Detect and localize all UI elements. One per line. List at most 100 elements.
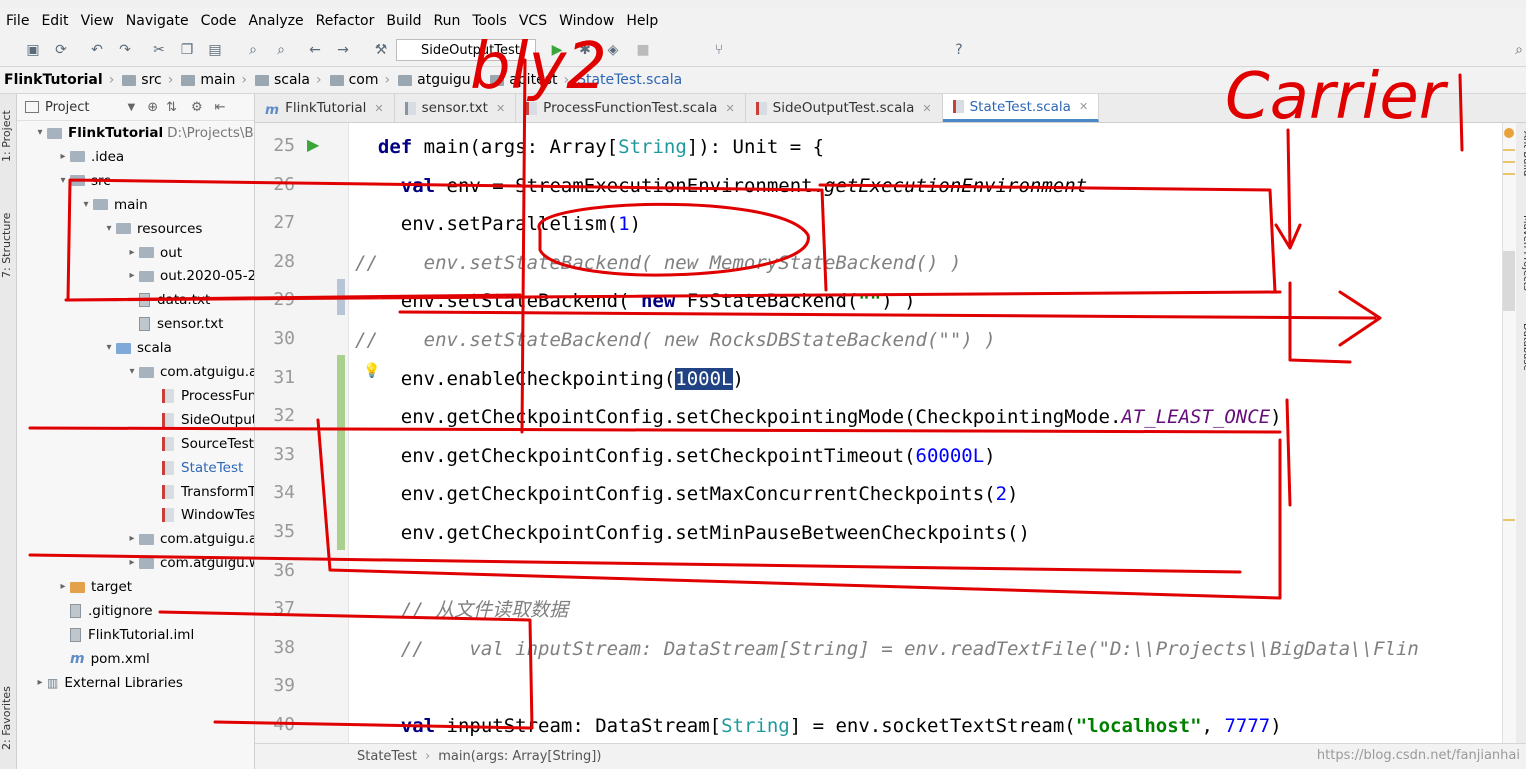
chevron-right-icon[interactable]: ▸ [56,146,70,168]
menu-item-edit[interactable]: Edit [35,8,74,34]
tree-item[interactable]: StateTest [148,457,243,479]
replace-icon[interactable]: ⌕ [272,41,290,59]
tree-item[interactable]: ▸ out.2020-05-25- [125,265,254,287]
tree-item[interactable]: ▾ src [56,170,110,192]
tree-item[interactable]: ▾ FlinkTutorialD:\Projects\BigD [33,122,254,144]
code-line[interactable]: env.getCheckpointConfig.setMinPauseBetwe… [355,514,1030,552]
chevron-down-icon[interactable]: ▾ [102,218,116,240]
tree-item[interactable]: WindowTest [148,504,254,526]
code-line[interactable]: // env.setStateBackend( new MemoryStateB… [355,244,961,282]
tree-item[interactable]: ▸ .idea [56,146,124,168]
chevron-right-icon[interactable]: ▸ [125,552,139,574]
tree-item[interactable]: data.txt [125,289,210,311]
warning-marker[interactable] [1503,161,1515,163]
chevron-down-icon[interactable]: ▾ [102,337,116,359]
ant-build-tab[interactable]: Ant Build [1516,131,1526,191]
help-icon[interactable]: ? [950,41,968,59]
chevron-right-icon[interactable]: ▸ [125,528,139,550]
chevron-right-icon[interactable]: ▸ [56,576,70,598]
tree-item[interactable]: ▸ com.atguigu.wc [125,552,254,574]
tree-item[interactable]: .gitignore [56,600,153,622]
menu-item-file[interactable]: File [0,8,35,34]
tree-item[interactable]: SourceTest [148,433,254,455]
menu-item-refactor[interactable]: Refactor [310,8,381,34]
breadcrumb-item[interactable]: StateTest.scala [573,72,686,88]
code-line[interactable]: env.getCheckpointConfig.setMaxConcurrent… [355,475,1019,513]
breadcrumb-item[interactable]: FlinkTutorial › [0,72,118,88]
tree-item[interactable]: ▸ out [125,242,182,264]
run-configuration-select[interactable]: SideOutputTest [396,39,536,61]
code-line[interactable]: val env = StreamExecutionEnvironment.get… [355,167,1087,205]
code-line[interactable]: // val inputStream: DataStream[String] =… [355,630,1419,668]
tree-item[interactable]: ▸ ▥ External Libraries [33,672,182,694]
close-icon[interactable]: ✕ [725,102,734,115]
lightbulb-icon[interactable]: 💡 [363,363,380,379]
code-line[interactable]: val inputStream: DataStream[String] = en… [355,707,1282,743]
code-line[interactable]: env.getCheckpointConfig.setCheckpointTim… [355,437,996,475]
favorites-tool-tab[interactable]: 2: Favorites [0,670,16,750]
locate-icon[interactable]: ⊕ [147,100,158,115]
menu-item-build[interactable]: Build [380,8,427,34]
breadcrumb-item[interactable]: apitest › [486,72,573,88]
hide-icon[interactable]: ⇤ [215,100,226,115]
build-icon[interactable]: ⚒ [372,41,390,59]
database-tab[interactable]: Database [1516,323,1526,393]
sync-icon[interactable]: ⟳ [52,41,70,59]
code-line[interactable]: env.setStateBackend( new FsStateBackend(… [355,282,916,320]
chevron-right-icon[interactable]: ▸ [125,265,139,287]
run-gutter-icon[interactable]: ▶ [307,135,319,154]
scroll-thumb[interactable] [1503,251,1515,311]
breadcrumb-class[interactable]: StateTest [357,749,417,764]
tree-item[interactable]: ▸ target [56,576,132,598]
find-icon[interactable]: ⌕ [244,41,262,59]
code-line[interactable]: env.setParallelism(1) [355,205,641,243]
editor-tab[interactable]: StateTest.scala ✕ [942,94,1100,122]
code-line[interactable]: env.enableCheckpointing(1000L) [355,360,744,398]
breadcrumb-item[interactable]: scala › [251,72,326,88]
editor-tab[interactable]: ProcessFunctionTest.scala ✕ [516,94,746,122]
breadcrumb-item[interactable]: src › [118,72,177,88]
tree-item[interactable]: FlinkTutorial.iml [56,624,194,646]
chevron-right-icon[interactable]: ▸ [33,672,47,694]
tree-item[interactable]: ▾ resources [102,218,202,240]
menu-item-navigate[interactable]: Navigate [120,8,195,34]
copy-icon[interactable]: ❐ [178,41,196,59]
paste-icon[interactable]: ▤ [206,41,224,59]
project-view-select[interactable]: Project [45,100,89,115]
menu-item-run[interactable]: Run [428,8,467,34]
close-icon[interactable]: ✕ [1079,100,1088,113]
gear-icon[interactable]: ⚙ [191,100,203,115]
chevron-down-icon[interactable]: ▾ [125,361,139,383]
dropdown-icon[interactable]: ▼ [127,102,135,113]
tree-item[interactable]: TransformTe [148,481,254,503]
run-icon[interactable]: ▶ [548,41,566,59]
vcs-icon[interactable]: ⑂ [710,41,728,59]
breadcrumb-method[interactable]: main(args: Array[String]) [438,749,601,764]
menu-item-vcs[interactable]: VCS [513,8,553,34]
coverage-icon[interactable]: ◈ [604,41,622,59]
tree-item[interactable]: sensor.txt [125,313,223,335]
close-icon[interactable]: ✕ [496,102,505,115]
vcs-change-marker[interactable] [337,279,345,315]
collapse-icon[interactable]: ⇅ [166,100,177,115]
chevron-down-icon[interactable]: ▾ [33,122,47,144]
project-tool-tab[interactable]: 1: Project [0,102,16,162]
editor-tab[interactable]: SideOutputTest.scala ✕ [746,94,943,122]
warning-marker[interactable] [1503,149,1515,151]
chevron-down-icon[interactable]: ▾ [79,194,93,216]
chevron-down-icon[interactable]: ▾ [56,170,70,192]
menu-item-analyze[interactable]: Analyze [242,8,309,34]
stop-icon[interactable]: ■ [634,41,652,59]
breadcrumb-item[interactable]: com › [326,72,395,88]
warning-marker[interactable] [1503,519,1515,521]
menu-item-window[interactable]: Window [553,8,620,34]
tree-item[interactable]: ProcessFunc [148,385,254,407]
vcs-change-marker[interactable] [337,355,345,550]
back-icon[interactable]: ← [306,41,324,59]
editor-tab[interactable]: m FlinkTutorial ✕ [255,94,395,122]
code-editor[interactable]: def main(args: Array[String]): Unit = { … [349,123,1502,743]
close-icon[interactable]: ✕ [374,102,383,115]
menu-item-help[interactable]: Help [620,8,664,34]
code-line[interactable]: // env.setStateBackend( new RocksDBState… [355,321,996,359]
tree-item[interactable]: ▾ scala [102,337,171,359]
